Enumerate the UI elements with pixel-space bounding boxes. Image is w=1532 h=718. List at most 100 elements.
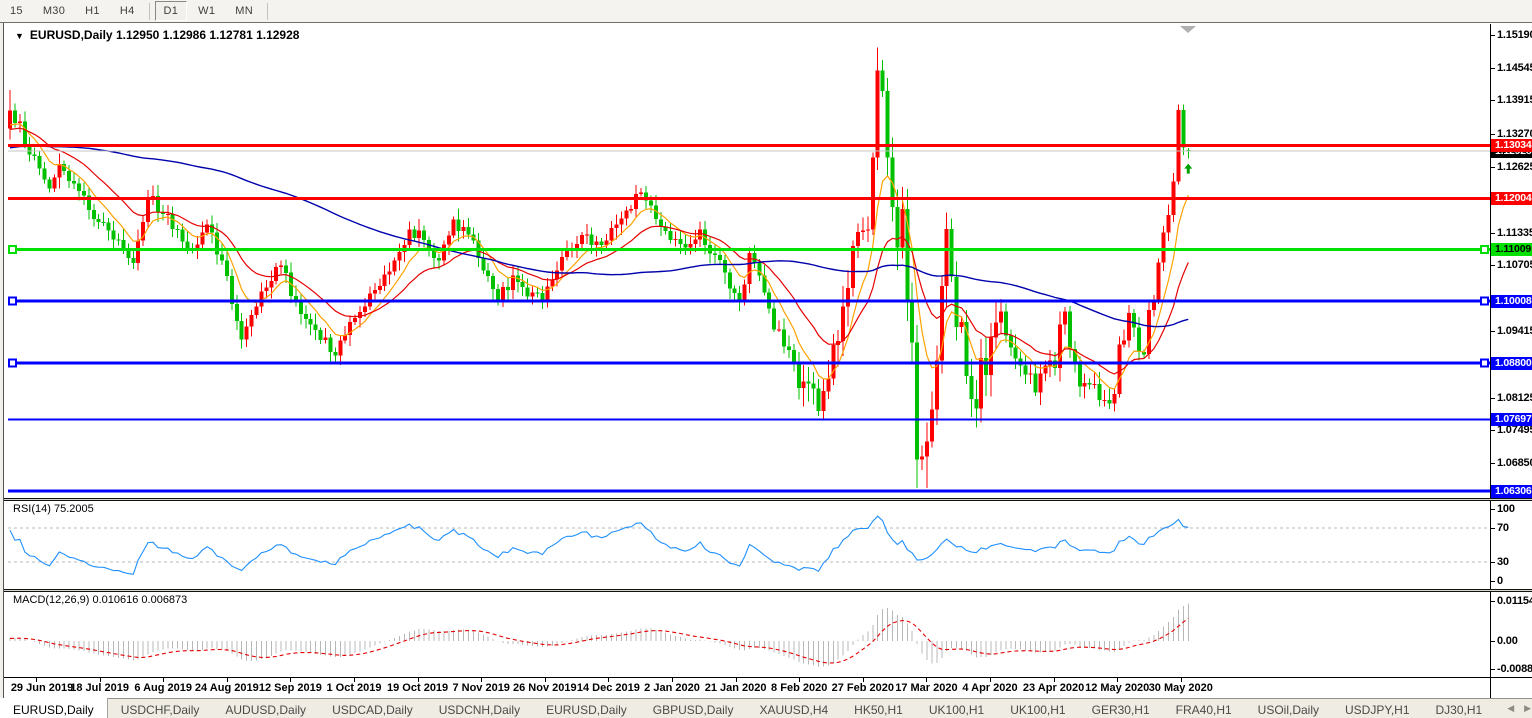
level-drag-handle[interactable] [9, 360, 16, 367]
horizontal-level-line[interactable] [8, 419, 1490, 421]
horizontal-level-line[interactable] [8, 362, 1490, 365]
candle-body [92, 210, 96, 219]
candle-body [969, 376, 973, 399]
horizontal-level-line[interactable] [8, 144, 1490, 147]
candle-body [1103, 400, 1107, 401]
candle-body [417, 230, 421, 238]
candle-body [521, 282, 525, 287]
chart-tab-hk50-h1[interactable]: HK50,H1 [841, 699, 916, 718]
level-drag-handle[interactable] [9, 298, 16, 305]
timeframe-button-h4[interactable]: H4 [111, 1, 144, 21]
candle-body [693, 239, 697, 244]
candle-body [245, 327, 249, 340]
price-axis[interactable]: 1.151901.145451.139151.132701.126251.113… [1490, 24, 1532, 498]
candle-body [669, 231, 673, 240]
candle-body [210, 224, 214, 232]
horizontal-level-line[interactable] [8, 197, 1490, 200]
buy-arrow-icon [1184, 164, 1192, 174]
horizontal-level-line[interactable] [8, 248, 1490, 251]
candle-body [787, 347, 791, 351]
date-tick-label: 7 Nov 2019 [452, 682, 509, 694]
chart-tab-eurusd-daily[interactable]: EURUSD,Daily [533, 699, 640, 718]
candle-body [856, 232, 860, 246]
candle-body [698, 230, 702, 240]
candle-body [176, 229, 180, 230]
candle-body [550, 280, 554, 287]
candle-body [1004, 312, 1008, 336]
candle-body [886, 91, 890, 158]
chart-tab-usdcnh-daily[interactable]: USDCNH,Daily [426, 699, 533, 718]
macd-axis: 0.0115440.00-0.008858 [1490, 592, 1532, 677]
candle-body [314, 325, 318, 330]
candle-body [279, 266, 283, 268]
timeframe-button-d1[interactable]: D1 [155, 1, 188, 21]
chart-title: ▼EURUSD,Daily 1.12950 1.12986 1.12781 1.… [15, 28, 299, 42]
candle-body [610, 228, 614, 241]
candle-body [748, 253, 752, 284]
date-tick-label: 8 Feb 2020 [771, 682, 827, 694]
timeframe-button-m30[interactable]: M30 [34, 1, 74, 21]
candle-body [1127, 313, 1131, 340]
candle-body [457, 219, 461, 231]
candle-body [797, 362, 801, 388]
candle-body [309, 319, 313, 325]
candle-body [861, 231, 865, 233]
candle-body [324, 337, 328, 340]
candle-body [629, 209, 633, 211]
candle-body [486, 271, 490, 277]
timeframe-button-h1[interactable]: H1 [76, 1, 109, 21]
chart-window: ▼EURUSD,Daily 1.12950 1.12986 1.12781 1.… [3, 23, 1532, 698]
chart-tab-xauusd-h4[interactable]: XAUUSD,H4 [746, 699, 841, 718]
chart-tab-usdjpy-h1[interactable]: USDJPY,H1 [1332, 699, 1422, 718]
candle-body [1078, 364, 1082, 387]
chart-tab-ger30-h1[interactable]: GER30,H1 [1079, 699, 1163, 718]
collapse-triangle-icon[interactable]: ▼ [15, 31, 24, 41]
chart-tab-uk100-h1[interactable]: UK100,H1 [997, 699, 1078, 718]
level-drag-handle[interactable] [1481, 246, 1488, 253]
level-drag-handle[interactable] [9, 246, 16, 253]
toolbar-separator [149, 3, 150, 20]
candle-body [960, 322, 964, 327]
chart-tab-fra40-h1[interactable]: FRA40,H1 [1163, 699, 1245, 718]
horizontal-level-line[interactable] [8, 490, 1490, 493]
chart-tab-usoil-daily[interactable]: USOil,Daily [1245, 699, 1332, 718]
chart-tab-eurusd-daily[interactable]: EURUSD,Daily [0, 698, 108, 718]
candle-body [851, 246, 855, 288]
price-tick-label: 1.08125 [1492, 392, 1532, 404]
candle-body [826, 378, 830, 391]
candle-body [945, 229, 949, 286]
macd-signal-line [10, 618, 1188, 663]
tab-scroll-left-icon[interactable]: ◀ [1507, 703, 1514, 714]
candle-body [181, 230, 185, 242]
date-axis[interactable]: 29 Jun 201918 Jul 20196 Aug 201924 Aug 2… [8, 678, 1532, 698]
candle-body [925, 442, 929, 457]
level-price-badge: 1.08800 [1491, 357, 1532, 370]
date-tick-label: 26 Nov 2019 [513, 682, 577, 694]
date-tick-label: 24 Aug 2019 [195, 682, 259, 694]
date-tick-label: 12 Sep 2019 [259, 682, 322, 694]
candle-body [38, 156, 42, 169]
chart-tab-usdchf-daily[interactable]: USDCHF,Daily [108, 699, 213, 718]
candle-body [649, 201, 653, 206]
level-drag-handle[interactable] [1481, 360, 1488, 367]
timeframe-button-15[interactable]: 15 [1, 1, 32, 21]
price-tick-label: 1.14545 [1492, 62, 1532, 74]
timeframe-button-w1[interactable]: W1 [189, 1, 224, 21]
candle-body [757, 263, 761, 276]
chart-tab-audusd-daily[interactable]: AUDUSD,Daily [212, 699, 319, 718]
chart-tab-usdcad-daily[interactable]: USDCAD,Daily [319, 699, 426, 718]
level-price-badge: 1.06306 [1491, 485, 1532, 498]
level-drag-handle[interactable] [1481, 298, 1488, 305]
tab-scroll-right-icon[interactable]: ▶ [1524, 703, 1531, 714]
chart-tab-dj30-h1[interactable]: DJ30,H1 [1423, 699, 1496, 718]
chart-tab-uk100-h1[interactable]: UK100,H1 [916, 699, 997, 718]
horizontal-level-line[interactable] [8, 300, 1490, 303]
date-tick-label: 2 Jan 2020 [644, 682, 700, 694]
timeframe-button-mn[interactable]: MN [226, 1, 262, 21]
candle-body [97, 219, 101, 222]
candle-body [171, 214, 175, 229]
chart-shift-marker-icon[interactable] [1180, 26, 1196, 33]
candle-body [930, 410, 934, 442]
candle-body [117, 240, 121, 241]
chart-tab-gbpusd-daily[interactable]: GBPUSD,Daily [640, 699, 747, 718]
